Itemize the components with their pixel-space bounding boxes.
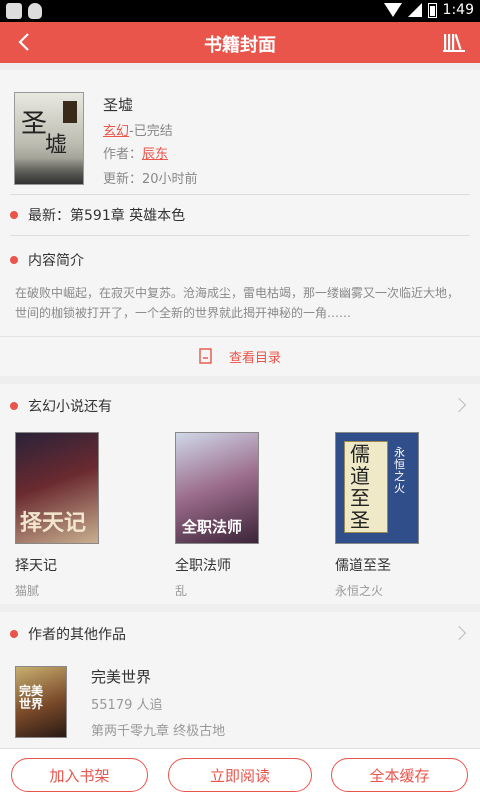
divider	[10, 235, 470, 236]
shield-icon	[28, 3, 42, 19]
read-now-button[interactable]: 立即阅读	[168, 758, 312, 792]
latest-chapter-label: 最新：第591章 英雄本色	[28, 208, 186, 224]
add-to-shelf-button[interactable]: 加入书架	[11, 758, 148, 792]
chevron-right-icon[interactable]	[451, 397, 467, 413]
bullet-icon	[10, 630, 18, 638]
bullet-icon	[10, 256, 18, 264]
bullet-icon	[10, 211, 18, 219]
related-book-author: 乱	[175, 584, 188, 598]
view-toc-label: 查看目录	[228, 350, 281, 366]
work-title: 完美世界	[91, 668, 152, 686]
genre-status-row: 玄幻-已完结	[103, 120, 173, 139]
related-book-author: 猫腻	[15, 584, 40, 598]
related-book-item[interactable]: 儒道至圣 永恒之火 儒道至圣 永恒之火	[335, 432, 475, 598]
related-heading[interactable]: 玄幻小说还有	[10, 396, 112, 416]
author-work-item[interactable]: 完美世界 完美世界 55179 人追 第两千零九章 终极古地	[15, 664, 465, 742]
intro-text: 在破败中崛起，在寂灭中复苏。沧海成尘，雷电枯竭，那一缕幽雾又一次临近大地，世间的…	[15, 286, 460, 320]
bookshelf-icon[interactable]	[442, 30, 466, 54]
book-cover[interactable]: 圣 墟	[14, 92, 84, 185]
divider	[10, 194, 470, 195]
book-cover: 完美世界	[15, 666, 67, 738]
latest-chapter[interactable]: 最新：第591章 英雄本色	[10, 205, 185, 225]
book-title: 圣墟	[103, 96, 134, 114]
book-cover: 择天记	[15, 432, 99, 544]
battery-icon	[427, 2, 437, 18]
view-toc-button[interactable]: 查看目录	[0, 337, 480, 375]
chevron-right-icon[interactable]	[451, 625, 467, 641]
book-detail-card: 圣 墟 圣墟 玄幻-已完结 作者：辰东 更新：20小时前 最新：第591章 英雄…	[0, 70, 480, 376]
update-time: 更新：20小时前	[103, 172, 198, 187]
related-books-card: 玄幻小说还有 择天记 择天记 猫腻 全职法师 全职法师 乱 儒道至圣 永恒之火 …	[0, 384, 480, 604]
author-label: 作者：	[103, 147, 143, 162]
wifi-icon	[383, 3, 402, 17]
work-followers: 55179 人追	[91, 698, 163, 713]
intro-heading-label: 内容简介	[28, 253, 84, 269]
bullet-icon	[10, 402, 18, 410]
signal-icon	[407, 3, 422, 17]
author-works-heading-label: 作者的其他作品	[28, 627, 126, 643]
bottom-action-bar: 加入书架 立即阅读 全本缓存	[0, 748, 480, 800]
genre-link[interactable]: 玄幻	[103, 124, 129, 139]
related-book-item[interactable]: 择天记 择天记 猫腻	[15, 432, 155, 598]
related-book-author: 永恒之火	[335, 584, 384, 598]
intro-heading: 内容简介	[10, 250, 84, 270]
work-latest-chapter: 第两千零九章 终极古地	[91, 724, 226, 739]
author-link[interactable]: 辰东	[142, 147, 168, 162]
clock: 1:49	[442, 2, 474, 18]
author-row: 作者：辰东	[103, 143, 168, 162]
book-cover: 全职法师	[175, 432, 259, 544]
related-heading-label: 玄幻小说还有	[28, 399, 112, 415]
cache-all-button[interactable]: 全本缓存	[331, 758, 468, 792]
book-status: -已完结	[129, 124, 173, 139]
page-title: 书籍封面	[204, 35, 276, 56]
notification-icon	[6, 3, 22, 19]
status-bar: 1:49	[0, 0, 480, 22]
related-book-title: 择天记	[15, 558, 57, 574]
author-works-heading[interactable]: 作者的其他作品	[10, 624, 126, 644]
book-cover: 儒道至圣 永恒之火	[335, 432, 419, 544]
app-bar: 书籍封面	[0, 22, 480, 63]
related-book-title: 儒道至圣	[335, 558, 391, 574]
related-book-title: 全职法师	[175, 558, 231, 574]
document-icon	[199, 348, 212, 364]
author-works-card: 作者的其他作品 完美世界 完美世界 55179 人追 第两千零九章 终极古地	[0, 612, 480, 748]
related-book-item[interactable]: 全职法师 全职法师 乱	[175, 432, 315, 598]
